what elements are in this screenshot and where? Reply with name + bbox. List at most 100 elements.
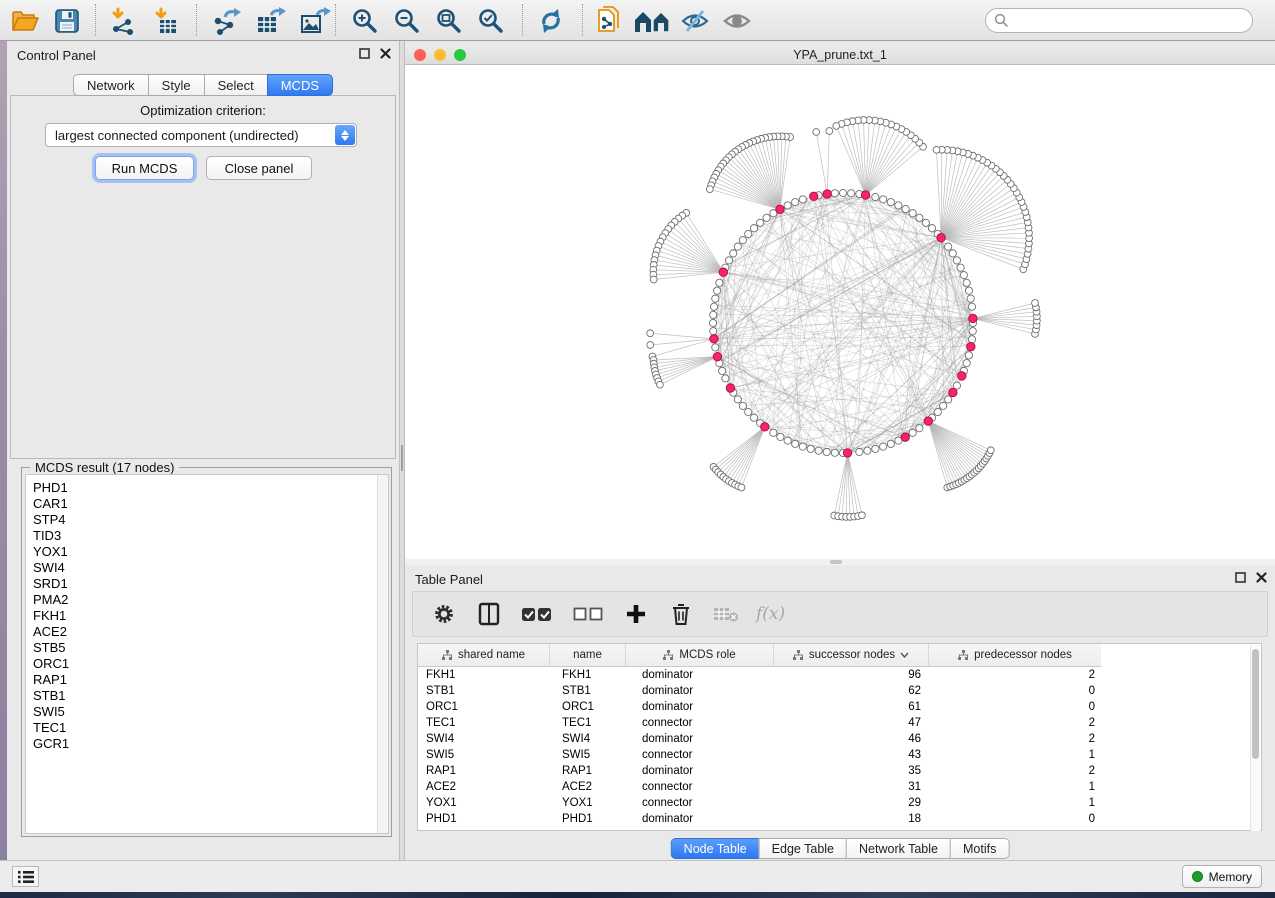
open-session-button[interactable] xyxy=(8,5,42,36)
memory-button[interactable]: Memory xyxy=(1182,865,1262,888)
mcds-result-item[interactable]: YOX1 xyxy=(33,544,388,560)
mcds-result-item[interactable]: STB5 xyxy=(33,640,388,656)
mcds-result-item[interactable]: SRD1 xyxy=(33,576,388,592)
mcds-result-item[interactable]: TID3 xyxy=(33,528,388,544)
table-cell[interactable]: dominator xyxy=(626,685,774,697)
table-cell[interactable]: dominator xyxy=(626,813,774,825)
table-cell[interactable]: 2 xyxy=(929,717,1101,729)
export-table-button[interactable] xyxy=(254,5,288,36)
table-cell[interactable]: PHD1 xyxy=(418,813,550,825)
table-cell[interactable]: ORC1 xyxy=(418,701,550,713)
mcds-result-item[interactable]: PHD1 xyxy=(33,480,388,496)
table-cell[interactable]: 1 xyxy=(929,797,1101,809)
save-session-button[interactable] xyxy=(50,5,84,36)
table-cell[interactable]: 43 xyxy=(774,749,929,761)
zoom-in-button[interactable] xyxy=(348,5,382,36)
table-row[interactable]: PHD1PHD1dominator180 xyxy=(418,811,1101,827)
table-cell[interactable]: FKH1 xyxy=(550,669,626,681)
table-cell[interactable]: 35 xyxy=(774,765,929,777)
table-cell[interactable]: ORC1 xyxy=(550,701,626,713)
select-all-button[interactable] xyxy=(519,598,555,630)
table-cell[interactable]: dominator xyxy=(626,765,774,777)
float-panel-icon[interactable] xyxy=(359,48,370,59)
delete-row-button[interactable] xyxy=(666,598,696,630)
tab-network-table[interactable]: Network Table xyxy=(846,838,950,859)
table-cell[interactable]: 29 xyxy=(774,797,929,809)
table-cell[interactable]: PHD1 xyxy=(550,813,626,825)
table-cell[interactable]: ACE2 xyxy=(550,781,626,793)
table-row[interactable]: STB1STB1dominator620 xyxy=(418,683,1101,699)
deselect-all-button[interactable] xyxy=(570,598,606,630)
table-cell[interactable]: 1 xyxy=(929,781,1101,793)
mcds-result-item[interactable]: SWI5 xyxy=(33,704,388,720)
mcds-result-item[interactable]: GCR1 xyxy=(33,736,388,752)
table-cell[interactable]: 1 xyxy=(929,749,1101,761)
table-cell[interactable]: dominator xyxy=(626,701,774,713)
import-network-button[interactable] xyxy=(106,5,140,36)
tab-motifs[interactable]: Motifs xyxy=(950,838,1009,859)
table-cell[interactable]: 61 xyxy=(774,701,929,713)
apply-layout-button[interactable] xyxy=(534,5,568,36)
clone-network-button[interactable] xyxy=(592,5,626,36)
table-cell[interactable]: dominator xyxy=(626,733,774,745)
table-cell[interactable]: SWI5 xyxy=(418,749,550,761)
mcds-result-item[interactable]: CAR1 xyxy=(33,496,388,512)
table-cell[interactable]: 96 xyxy=(774,669,929,681)
table-cell[interactable]: 46 xyxy=(774,733,929,745)
delete-table-button[interactable] xyxy=(711,598,741,630)
table-cell[interactable]: connector xyxy=(626,797,774,809)
table-row[interactable]: YOX1YOX1connector291 xyxy=(418,795,1101,811)
close-panel-icon[interactable] xyxy=(1256,572,1267,583)
column-header-successor-nodes[interactable]: successor nodes xyxy=(774,644,929,666)
table-cell[interactable]: 18 xyxy=(774,813,929,825)
mcds-result-item[interactable]: ACE2 xyxy=(33,624,388,640)
show-columns-button[interactable] xyxy=(474,598,504,630)
mcds-result-item[interactable]: STP4 xyxy=(33,512,388,528)
table-settings-button[interactable] xyxy=(429,598,459,630)
table-row[interactable]: RAP1RAP1dominator352 xyxy=(418,763,1101,779)
table-cell[interactable]: RAP1 xyxy=(418,765,550,777)
column-header-predecessor-nodes[interactable]: predecessor nodes xyxy=(929,644,1101,666)
table-row[interactable]: FKH1FKH1dominator962 xyxy=(418,667,1101,683)
table-cell[interactable]: TEC1 xyxy=(550,717,626,729)
status-menu-button[interactable] xyxy=(12,866,39,887)
hide-selected-button[interactable] xyxy=(678,5,712,36)
mcds-list-scrollbar[interactable] xyxy=(377,475,388,833)
search-input[interactable] xyxy=(1009,14,1252,28)
table-cell[interactable]: TEC1 xyxy=(418,717,550,729)
table-cell[interactable]: STB1 xyxy=(418,685,550,697)
tab-network[interactable]: Network xyxy=(73,74,148,96)
zoom-fit-button[interactable] xyxy=(432,5,466,36)
table-cell[interactable]: SWI4 xyxy=(418,733,550,745)
table-cell[interactable]: 31 xyxy=(774,781,929,793)
table-cell[interactable]: connector xyxy=(626,717,774,729)
tab-edge-table[interactable]: Edge Table xyxy=(759,838,846,859)
criterion-dropdown[interactable]: largest connected component (undirected) xyxy=(45,123,357,147)
table-row[interactable]: ACE2ACE2connector311 xyxy=(418,779,1101,795)
divider-grip[interactable] xyxy=(401,445,403,471)
tab-style[interactable]: Style xyxy=(148,74,204,96)
zoom-out-button[interactable] xyxy=(390,5,424,36)
mcds-result-item[interactable]: SWI4 xyxy=(33,560,388,576)
column-header-mcds-role[interactable]: MCDS role xyxy=(626,644,774,666)
column-header-name[interactable]: name xyxy=(550,644,626,666)
tab-select[interactable]: Select xyxy=(204,74,267,96)
search-field[interactable] xyxy=(985,8,1253,33)
table-cell[interactable]: 2 xyxy=(929,669,1101,681)
table-cell[interactable]: connector xyxy=(626,781,774,793)
table-cell[interactable]: 2 xyxy=(929,733,1101,745)
mcds-result-item[interactable]: TEC1 xyxy=(33,720,388,736)
zoom-selected-button[interactable] xyxy=(474,5,508,36)
close-panel-button[interactable]: Close panel xyxy=(206,156,312,180)
network-window-titlebar[interactable]: YPA_prune.txt_1 xyxy=(405,45,1275,65)
tab-mcds[interactable]: MCDS xyxy=(267,74,333,96)
close-panel-icon[interactable] xyxy=(380,48,391,59)
run-mcds-button[interactable]: Run MCDS xyxy=(95,156,194,180)
show-all-button[interactable] xyxy=(720,5,754,36)
table-cell[interactable]: FKH1 xyxy=(418,669,550,681)
mcds-result-item[interactable]: FKH1 xyxy=(33,608,388,624)
network-canvas[interactable] xyxy=(405,65,1275,559)
table-cell[interactable]: ACE2 xyxy=(418,781,550,793)
sort-menu-icon[interactable] xyxy=(900,652,909,658)
table-row[interactable]: SWI5SWI5connector431 xyxy=(418,747,1101,763)
